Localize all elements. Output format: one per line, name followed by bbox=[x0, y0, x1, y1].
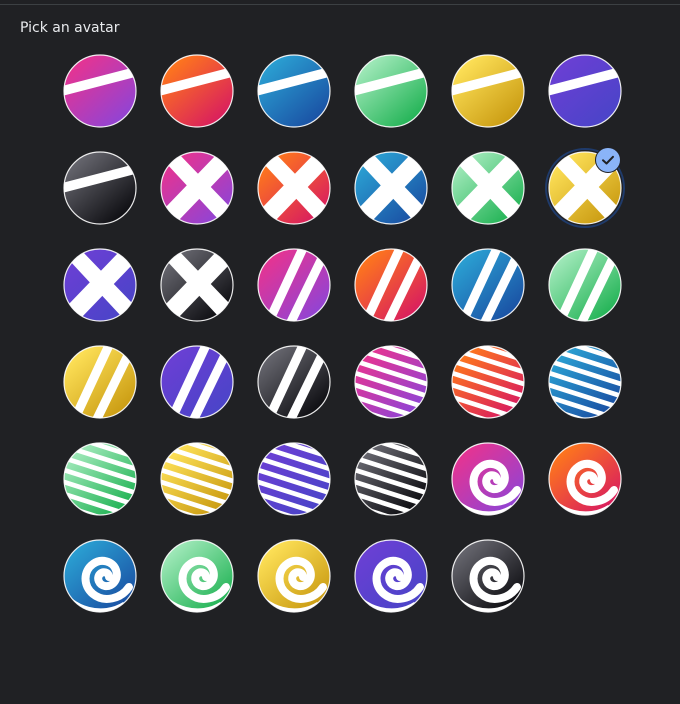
avatar-art bbox=[160, 345, 234, 419]
avatar-option-diagonal-band-violet[interactable] bbox=[548, 54, 622, 128]
avatar-option-double-stripe-green[interactable] bbox=[548, 248, 622, 322]
avatar-option-cross-violet[interactable] bbox=[63, 248, 137, 322]
avatar-art bbox=[354, 345, 428, 419]
avatar-art bbox=[160, 151, 234, 225]
avatar-option-swirl-violet[interactable] bbox=[354, 539, 428, 613]
avatar-option-cross-blue[interactable] bbox=[354, 151, 428, 225]
avatar-art bbox=[354, 151, 428, 225]
avatar-art bbox=[257, 151, 331, 225]
avatar-art bbox=[63, 539, 137, 613]
avatar-art bbox=[160, 539, 234, 613]
avatar-option-diagonal-band-black[interactable] bbox=[63, 151, 137, 225]
avatar-option-many-stripes-black[interactable] bbox=[354, 442, 428, 516]
avatar-art bbox=[257, 539, 331, 613]
avatar-option-double-stripe-blue[interactable] bbox=[451, 248, 525, 322]
avatar-art bbox=[354, 539, 428, 613]
avatar-art bbox=[257, 54, 331, 128]
avatar-option-many-stripes-blue[interactable] bbox=[548, 345, 622, 419]
avatar-art bbox=[548, 54, 622, 128]
avatar-option-swirl-green[interactable] bbox=[160, 539, 234, 613]
avatar-art bbox=[451, 151, 525, 225]
avatar-option-swirl-magenta[interactable] bbox=[451, 442, 525, 516]
avatar-option-cross-red[interactable] bbox=[257, 151, 331, 225]
avatar-art bbox=[548, 442, 622, 516]
avatar-art bbox=[548, 345, 622, 419]
avatar-grid bbox=[63, 54, 625, 613]
avatar-option-many-stripes-yellow[interactable] bbox=[160, 442, 234, 516]
avatar-option-swirl-red[interactable] bbox=[548, 442, 622, 516]
avatar-option-diagonal-band-green[interactable] bbox=[354, 54, 428, 128]
avatar-option-cross-magenta[interactable] bbox=[160, 151, 234, 225]
avatar-art bbox=[160, 248, 234, 322]
avatar-option-double-stripe-magenta[interactable] bbox=[257, 248, 331, 322]
avatar-option-cross-black[interactable] bbox=[160, 248, 234, 322]
avatar-option-double-stripe-violet[interactable] bbox=[160, 345, 234, 419]
avatar-option-diagonal-band-magenta[interactable] bbox=[63, 54, 137, 128]
avatar-option-many-stripes-violet[interactable] bbox=[257, 442, 331, 516]
avatar-art bbox=[160, 442, 234, 516]
avatar-art bbox=[451, 539, 525, 613]
dialog-title: Pick an avatar bbox=[20, 20, 120, 36]
avatar-art bbox=[451, 442, 525, 516]
avatar-art bbox=[63, 345, 137, 419]
avatar-option-swirl-black[interactable] bbox=[451, 539, 525, 613]
avatar-art bbox=[354, 54, 428, 128]
avatar-option-many-stripes-green[interactable] bbox=[63, 442, 137, 516]
avatar-option-swirl-yellow[interactable] bbox=[257, 539, 331, 613]
selected-check-icon bbox=[596, 148, 620, 172]
avatar-art bbox=[63, 248, 137, 322]
avatar-art bbox=[63, 442, 137, 516]
avatar-art bbox=[354, 248, 428, 322]
avatar-option-cross-green[interactable] bbox=[451, 151, 525, 225]
avatar-art bbox=[548, 248, 622, 322]
avatar-art bbox=[257, 345, 331, 419]
avatar-option-cross-yellow[interactable] bbox=[545, 148, 625, 228]
avatar-art bbox=[451, 345, 525, 419]
avatar-option-many-stripes-magenta[interactable] bbox=[354, 345, 428, 419]
avatar-art bbox=[451, 54, 525, 128]
avatar-option-swirl-blue[interactable] bbox=[63, 539, 137, 613]
avatar-option-double-stripe-black[interactable] bbox=[257, 345, 331, 419]
avatar-art bbox=[63, 54, 137, 128]
avatar-option-diagonal-band-yellow[interactable] bbox=[451, 54, 525, 128]
avatar-option-double-stripe-red[interactable] bbox=[354, 248, 428, 322]
avatar-art bbox=[257, 442, 331, 516]
avatar-option-diagonal-band-red[interactable] bbox=[160, 54, 234, 128]
avatar-art bbox=[257, 248, 331, 322]
top-divider bbox=[0, 4, 680, 5]
avatar-option-diagonal-band-blue[interactable] bbox=[257, 54, 331, 128]
avatar-option-double-stripe-yellow[interactable] bbox=[63, 345, 137, 419]
avatar-art bbox=[160, 54, 234, 128]
avatar-art bbox=[63, 151, 137, 225]
avatar-art bbox=[451, 248, 525, 322]
avatar-option-many-stripes-red[interactable] bbox=[451, 345, 525, 419]
avatar-art bbox=[354, 442, 428, 516]
